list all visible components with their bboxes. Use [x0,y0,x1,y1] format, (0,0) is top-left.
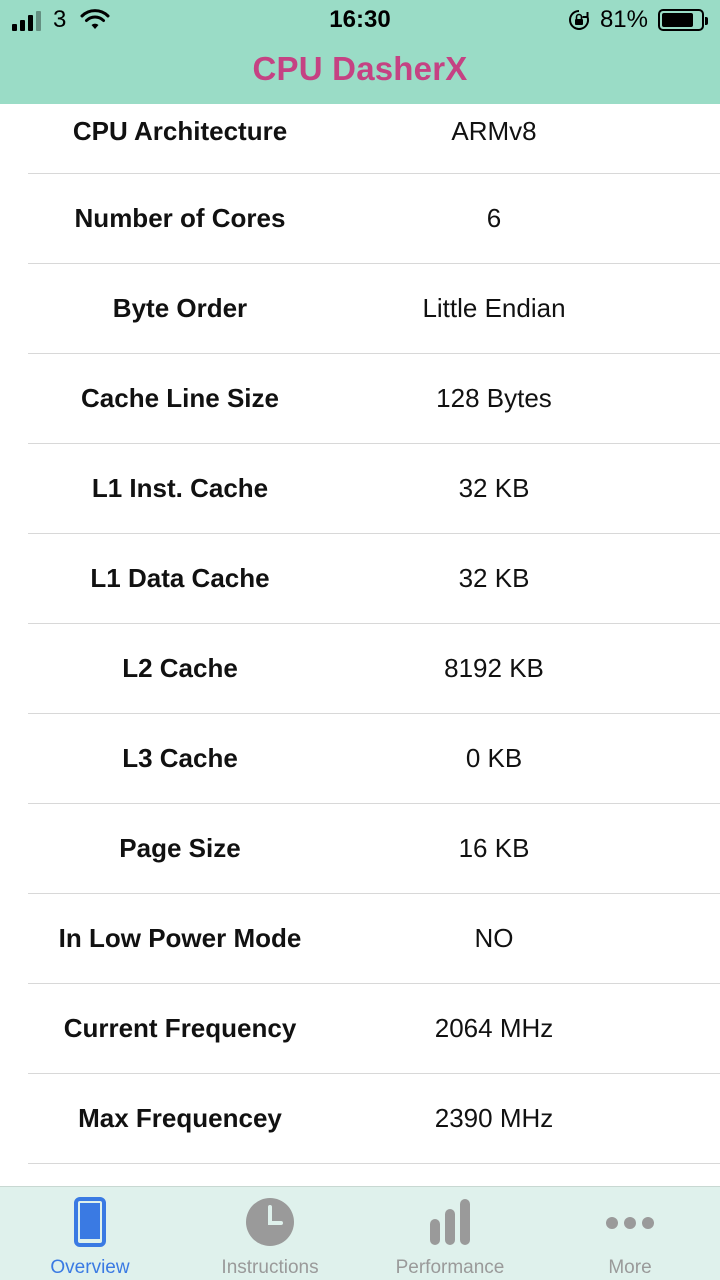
row-value: 2390 MHz [434,1103,554,1133]
list-item-byte-order: Byte Order Little Endian [28,264,720,354]
list-item-low-power-mode: In Low Power Mode NO [28,894,720,984]
row-value: ARMv8 [451,116,537,146]
list-item-current-frequency: Current Frequency 2064 MHz [28,984,720,1074]
status-bar: 3 16:30 81% [0,0,720,40]
status-right: 81% [568,6,708,34]
row-value: 0 KB [465,743,523,773]
row-label: Number of Cores [74,203,286,233]
list-item-cache-line-size: Cache Line Size 128 Bytes [28,354,720,444]
battery-icon [658,9,708,31]
row-label: Byte Order [112,293,248,323]
tab-label: Overview [50,1257,130,1278]
phone-icon [74,1197,106,1247]
tab-label: Instructions [221,1257,319,1278]
row-label: In Low Power Mode [58,923,302,953]
row-label: Cache Line Size [81,383,279,413]
row-value: 128 Bytes [436,383,552,413]
row-value: NO [474,923,514,953]
tab-label: More [608,1257,652,1278]
list-item-number-of-cores: Number of Cores 6 [28,174,720,264]
row-label: L1 Data Cache [90,563,270,593]
row-value: 16 KB [458,833,530,863]
bar-chart-icon [430,1199,470,1245]
row-value: Little Endian [422,293,566,323]
row-label: Current Frequency [63,1013,297,1043]
tab-overview[interactable]: Overview [0,1187,180,1280]
row-label: Max Frequencey [78,1103,282,1133]
more-dots-icon [606,1217,654,1229]
cpu-info-list[interactable]: CPU Architecture ARMv8 Number of Cores 6… [0,104,720,1186]
page-title: CPU DasherX [252,50,468,87]
row-value: 32 KB [458,473,530,503]
list-item-max-frequency: Max Frequencey 2390 MHz [28,1074,720,1164]
row-label: Page Size [119,833,241,863]
list-item-l2-cache: L2 Cache 8192 KB [28,624,720,714]
row-label: L2 Cache [122,653,238,683]
tab-label: Performance [395,1257,505,1278]
row-value: 6 [486,203,502,233]
row-value: 2064 MHz [434,1013,554,1043]
row-value: 8192 KB [444,653,544,683]
list-item-cpu-architecture: CPU Architecture ARMv8 [28,104,720,174]
row-label: L1 Inst. Cache [91,473,269,503]
tab-more[interactable]: More [540,1187,720,1280]
list-item-l1-inst-cache: L1 Inst. Cache 32 KB [28,444,720,534]
row-value: 32 KB [458,563,530,593]
header: 3 16:30 81% CPU DasherX [0,0,720,104]
tab-bar: Overview Instructions Performance More [0,1186,720,1280]
list-item-l1-data-cache: L1 Data Cache 32 KB [28,534,720,624]
row-label: L3 Cache [122,743,238,773]
list-item-page-size: Page Size 16 KB [28,804,720,894]
list-item-l3-cache: L3 Cache 0 KB [28,714,720,804]
clock-icon [246,1198,294,1246]
screen: 3 16:30 81% CPU DasherX CPU Architecture… [0,0,720,1280]
rotation-lock-icon [568,10,589,30]
tab-performance[interactable]: Performance [360,1187,540,1280]
battery-percent: 81% [599,6,648,33]
tab-instructions[interactable]: Instructions [180,1187,360,1280]
row-label: CPU Architecture [72,116,288,146]
